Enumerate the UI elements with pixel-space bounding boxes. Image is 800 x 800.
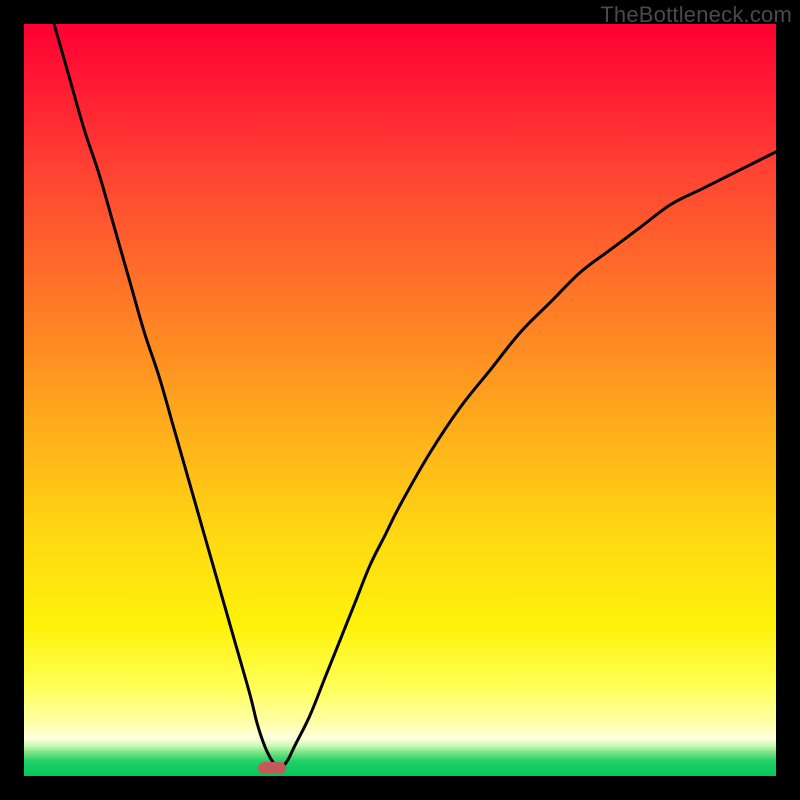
watermark-text: TheBottleneck.com (600, 2, 792, 28)
chart-container: TheBottleneck.com (0, 0, 800, 800)
curve-svg (24, 24, 776, 776)
minimum-marker (258, 762, 286, 774)
bottleneck-curve-path (54, 24, 776, 768)
plot-area (24, 24, 776, 776)
